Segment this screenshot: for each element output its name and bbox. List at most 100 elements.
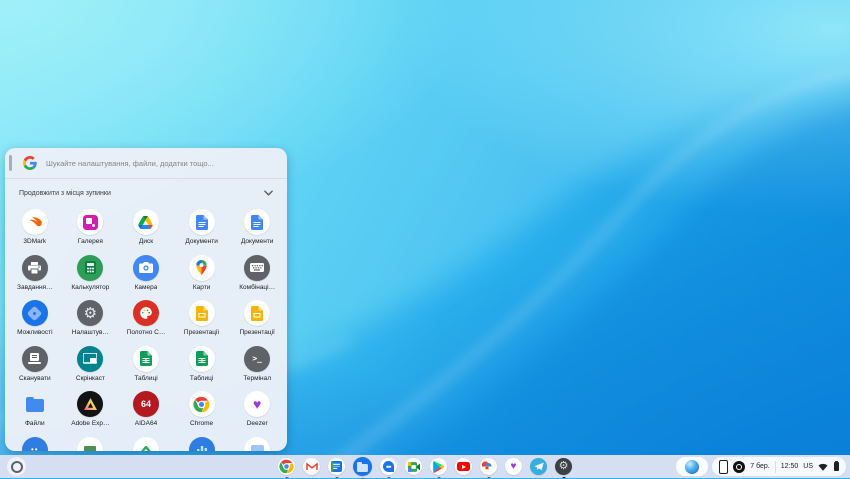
- app-settings[interactable]: ⚙ Налаштув…: [63, 298, 119, 344]
- terminal-icon: >_: [244, 346, 270, 372]
- youtube-icon[interactable]: [455, 458, 472, 475]
- app-label: Документи: [241, 238, 273, 245]
- app-label: Таблиці: [190, 375, 213, 382]
- app-drive[interactable]: Диск: [118, 207, 174, 253]
- app-label: Можливості: [17, 329, 52, 336]
- input-method-label: US: [803, 463, 813, 470]
- app-slides-1[interactable]: Презентації: [174, 298, 230, 344]
- app-label: Термінал: [243, 375, 271, 382]
- printer-icon: [22, 255, 48, 281]
- app-chrome[interactable]: Chrome: [174, 389, 230, 435]
- app-screencast[interactable]: Скрінкаст: [63, 344, 119, 390]
- app-label: Скрінкаст: [76, 375, 105, 382]
- app-scan[interactable]: Сканувати: [7, 344, 63, 390]
- app-label: Налаштув…: [72, 329, 109, 336]
- app-label: Adobe Exp…: [71, 420, 109, 427]
- tray-divider: [775, 461, 776, 473]
- app-docs-1[interactable]: Документи: [174, 207, 230, 253]
- scanner-icon: [22, 346, 48, 372]
- app-label: Комбінаці…: [239, 284, 275, 291]
- launcher-ring-icon: [11, 461, 23, 473]
- app-label: Диск: [139, 238, 153, 245]
- app-label: Chrome: [190, 420, 213, 427]
- app-calculator[interactable]: Калькулятор: [63, 253, 119, 299]
- google-sheets-icon: [133, 346, 159, 372]
- app-sheets-1[interactable]: Таблиці: [118, 344, 174, 390]
- gallery-icon: [77, 209, 103, 235]
- google-photos-icon[interactable]: [480, 458, 497, 475]
- date-label: 7 бер.: [750, 463, 770, 470]
- app-label: Deezer: [247, 420, 268, 427]
- screencast-icon: [77, 346, 103, 372]
- play-store-icon[interactable]: [430, 458, 447, 475]
- clock-label: 12:50: [781, 463, 799, 470]
- deezer-heart-icon[interactable]: ♥: [505, 458, 522, 475]
- app-label: AIDA64: [135, 420, 157, 427]
- app-slides-2[interactable]: Презентації: [229, 298, 285, 344]
- continue-section-label: Продовжити з місця зупинки: [19, 190, 111, 197]
- gmail-icon[interactable]: [303, 458, 320, 475]
- google-news-icon[interactable]: [328, 458, 345, 475]
- google-docs-icon: [244, 209, 270, 235]
- app-label: Таблиці: [134, 375, 157, 382]
- app-shortcuts[interactable]: Комбінаці…: [229, 253, 285, 299]
- partial-app-icon[interactable]: [133, 437, 159, 452]
- app-label: Карти: [193, 284, 210, 291]
- calculator-icon: [77, 255, 103, 281]
- continue-section-header[interactable]: Продовжити з місця зупинки: [5, 179, 287, 207]
- app-3dmark[interactable]: 3DMark: [7, 207, 63, 253]
- phone-hub-icon[interactable]: [719, 460, 728, 474]
- launcher-button[interactable]: [7, 457, 26, 476]
- app-print-jobs[interactable]: Завдання…: [7, 253, 63, 299]
- notification-counter-icon[interactable]: [733, 461, 745, 473]
- palette-icon: [133, 300, 159, 326]
- messages-icon[interactable]: [380, 458, 397, 475]
- google-docs-icon: [189, 209, 215, 235]
- aida64-icon: 64: [133, 391, 159, 417]
- gear-icon: ⚙: [77, 300, 103, 326]
- partial-app-icon[interactable]: [77, 437, 103, 452]
- google-meet-icon[interactable]: [405, 458, 422, 475]
- battery-icon: [834, 462, 839, 471]
- holding-space-tote[interactable]: [676, 457, 708, 476]
- partial-app-icon[interactable]: [189, 437, 215, 452]
- app-label: Камера: [135, 284, 158, 291]
- adobe-express-icon: [77, 391, 103, 417]
- app-gallery[interactable]: Галерея: [63, 207, 119, 253]
- app-aida64[interactable]: 64 AIDA64: [118, 389, 174, 435]
- files-folder-icon: [22, 391, 48, 417]
- app-sheets-2[interactable]: Таблиці: [174, 344, 230, 390]
- partial-app-icon[interactable]: ••: [22, 437, 48, 452]
- app-docs-2[interactable]: Документи: [229, 207, 285, 253]
- chrome-icon[interactable]: [278, 458, 295, 475]
- telegram-icon[interactable]: [530, 458, 547, 475]
- app-terminal[interactable]: >_ Термінал: [229, 344, 285, 390]
- app-maps[interactable]: Карти: [174, 253, 230, 299]
- app-explore[interactable]: Можливості: [7, 298, 63, 344]
- app-label: Калькулятор: [71, 284, 109, 291]
- launcher-search-bar[interactable]: Шукайте налаштування, файли, додатки тощ…: [5, 148, 287, 179]
- app-label: Презентації: [240, 329, 275, 336]
- app-files[interactable]: Файли: [7, 389, 63, 435]
- app-label: Полотно C…: [127, 329, 166, 336]
- search-input[interactable]: Шукайте налаштування, файли, додатки тощ…: [46, 159, 214, 168]
- partial-app-icon[interactable]: [244, 437, 270, 452]
- app-canvas[interactable]: Полотно C…: [118, 298, 174, 344]
- app-deezer[interactable]: ♥ Deezer: [229, 389, 285, 435]
- settings-gear-icon[interactable]: ⚙: [555, 458, 572, 475]
- app-label: Документи: [185, 238, 217, 245]
- google-slides-icon: [244, 300, 270, 326]
- app-camera[interactable]: Камера: [118, 253, 174, 299]
- app-grid: 3DMark Галерея Диск Доку: [5, 207, 287, 435]
- google-drive-icon: [133, 209, 159, 235]
- holding-space-preview-thumbnail: [685, 460, 699, 474]
- google-sheets-icon: [189, 346, 215, 372]
- system-tray[interactable]: 7 бер. 12:50 US: [712, 457, 846, 476]
- wifi-icon: [818, 463, 828, 471]
- app-label: 3DMark: [23, 238, 46, 245]
- app-adobe-express[interactable]: Adobe Exp…: [63, 389, 119, 435]
- app-label: Сканувати: [19, 375, 51, 382]
- files-icon[interactable]: [353, 457, 372, 476]
- chevron-down-icon[interactable]: [264, 190, 273, 196]
- app-label: Галерея: [78, 238, 103, 245]
